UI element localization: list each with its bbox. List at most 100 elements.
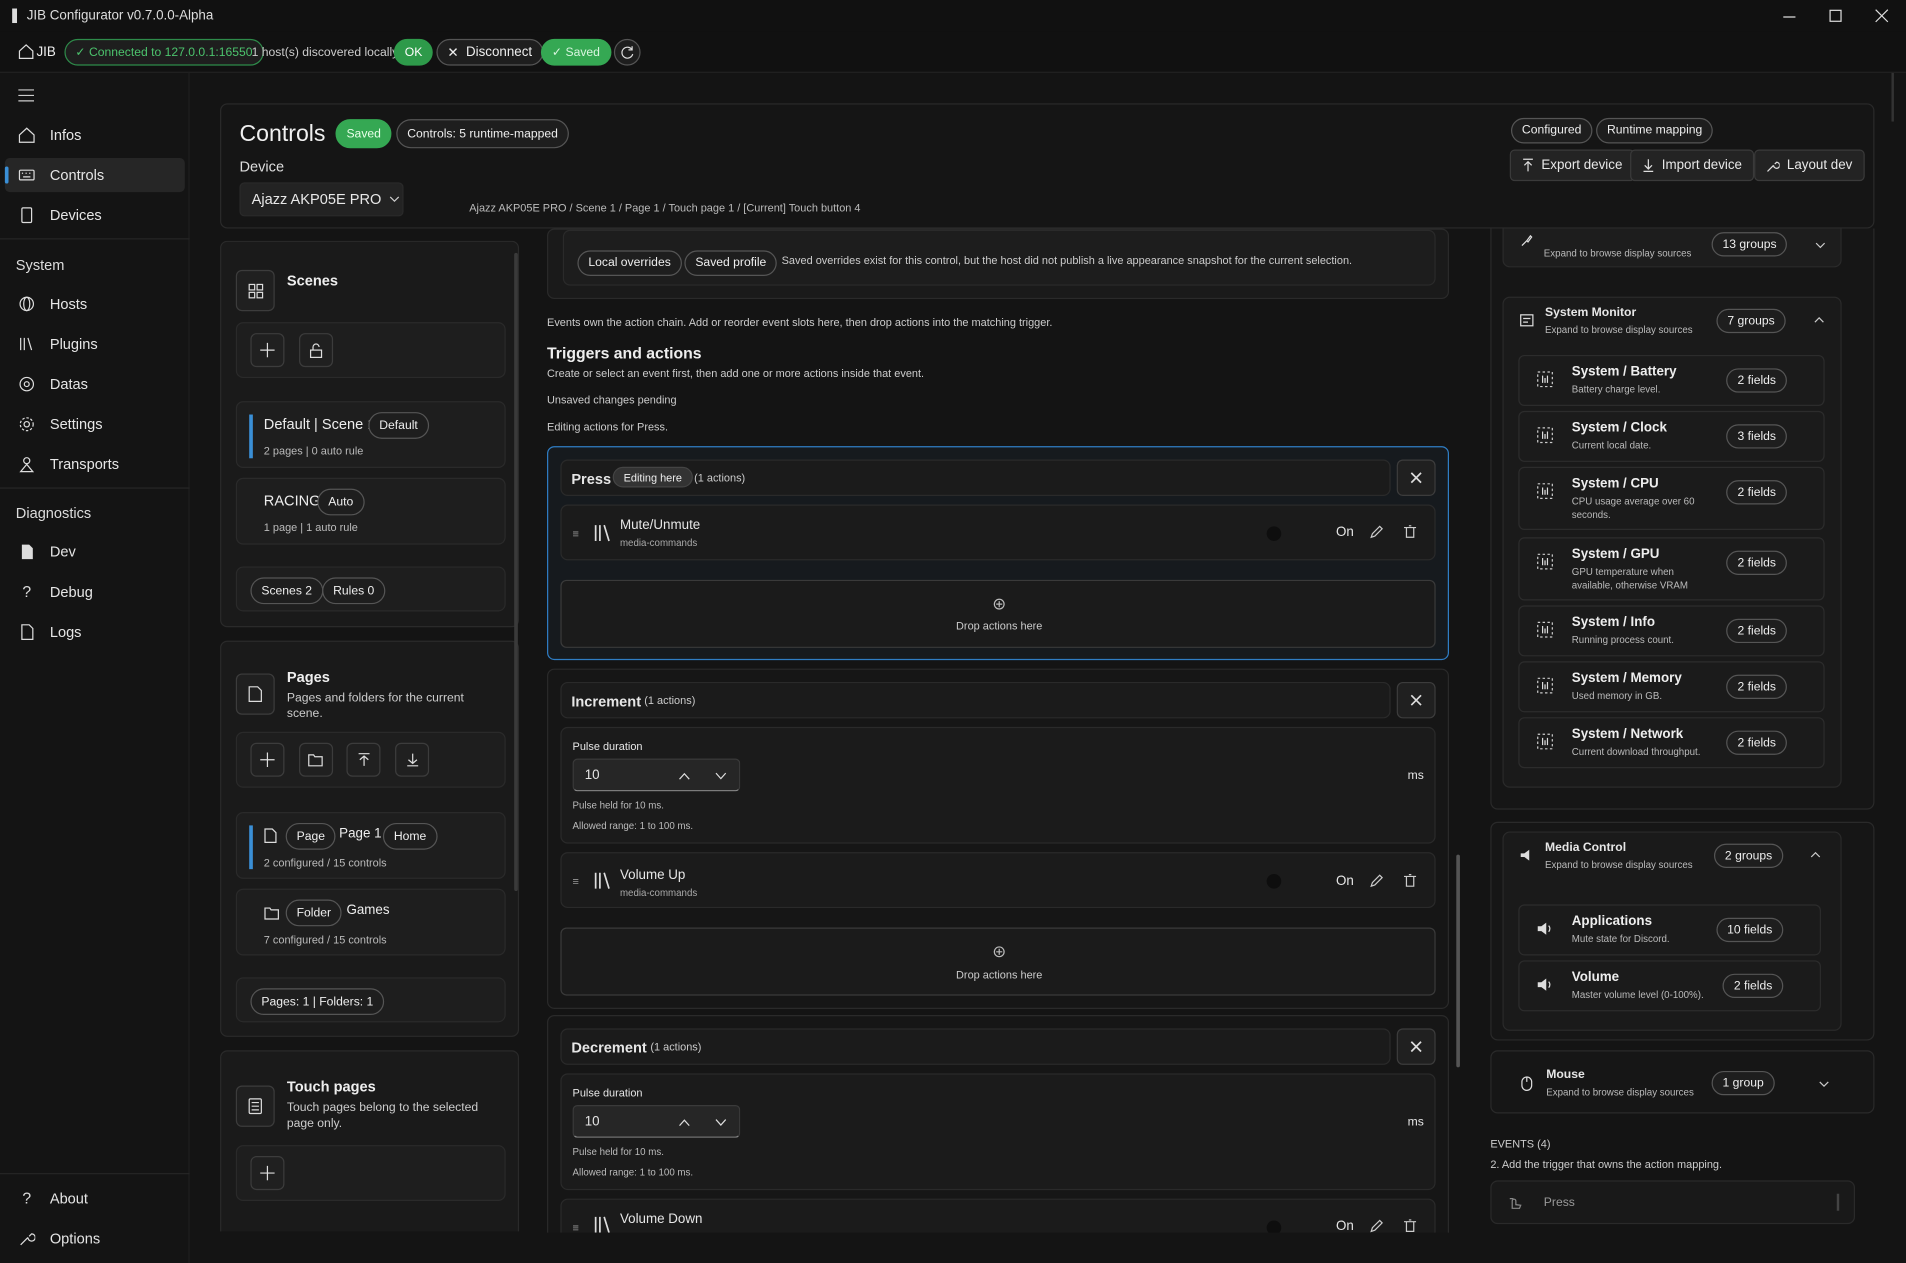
event-decrement[interactable]: Decrement (1 actions) Pulse duration 10 … (547, 1015, 1449, 1233)
move-up-button[interactable] (346, 742, 381, 777)
pulse-duration-stepper[interactable]: 10 (572, 758, 741, 792)
trash-icon[interactable] (1404, 525, 1417, 538)
source-row[interactable]: Applications Mute state for Discord. 10 fi… (1518, 904, 1821, 956)
group-header[interactable]: Media Control Expand to browse display s… (1504, 833, 1843, 882)
menu-icon[interactable] (18, 89, 35, 102)
chevron-up-icon[interactable] (1814, 316, 1825, 323)
action-row[interactable]: ≡ Volume Up media-commands On (560, 852, 1436, 909)
close-icon[interactable] (1874, 9, 1889, 24)
action-plugin: media-commands (619, 537, 698, 549)
source-group[interactable]: Expand to browse display sources 13 grou… (1502, 228, 1842, 268)
configured-chip[interactable]: Configured (1510, 117, 1593, 144)
nav-item-dev[interactable]: Dev (5, 535, 185, 569)
add-folder-button[interactable] (299, 742, 334, 777)
nav-item-plugins[interactable]: Plugins (5, 327, 185, 361)
minimize-icon[interactable] (1782, 10, 1797, 25)
action-row[interactable]: ≡ Volume Down On (560, 1198, 1436, 1233)
home-icon[interactable] (18, 44, 34, 60)
chevron-down-icon[interactable] (715, 1118, 727, 1127)
left-scrollbar[interactable] (514, 252, 518, 892)
nav-item-logs[interactable]: Logs (5, 615, 185, 649)
runtime-mapping-chip[interactable]: Runtime mapping (1596, 117, 1714, 144)
nav-item-transports[interactable]: Transports (5, 447, 185, 481)
nav-item-settings[interactable]: Settings (5, 407, 185, 441)
source-row[interactable]: System / Clock Current local date. 3 field… (1518, 410, 1825, 462)
chevron-up-icon[interactable] (678, 1118, 690, 1127)
nav-item-devices[interactable]: Devices (5, 198, 185, 232)
group-header[interactable]: System Monitor Expand to browse display … (1504, 298, 1843, 347)
event-press[interactable]: Press Editing here (1 actions) ≡ Mute/Un… (547, 446, 1449, 661)
folder-item[interactable]: Folder Games 7 configured / 15 controls (235, 888, 506, 956)
source-group-mouse[interactable]: Mouse Expand to browse display sources 1… (1490, 1050, 1875, 1114)
import-device-button[interactable]: Import device (1630, 149, 1755, 182)
source-row[interactable]: System / Memory Used memory in GB. 2 field… (1518, 661, 1825, 713)
drag-handle[interactable]: ≡ (573, 875, 579, 887)
chevron-down-icon[interactable] (1819, 1081, 1830, 1088)
edit-icon[interactable] (1370, 874, 1383, 888)
drag-handle[interactable] (1836, 1193, 1840, 1211)
nav-item-about[interactable]: ? About (5, 1182, 185, 1216)
drop-zone[interactable]: Drop actions here (560, 579, 1436, 648)
saved-profile-chip[interactable]: Saved profile (684, 250, 778, 276)
page-item[interactable]: Page Page 1 Home 2 configured / 15 contr… (235, 812, 506, 879)
source-row[interactable]: System / GPU GPU temperature when availab… (1518, 537, 1825, 601)
scene-item[interactable]: Default | Scene 1 Default 2 pages | 0 au… (235, 401, 506, 469)
source-row[interactable]: System / Network Current download through… (1518, 717, 1825, 769)
source-desc: Running process count. (1571, 634, 1674, 646)
drag-handle[interactable]: ≡ (573, 1222, 579, 1233)
group-name: System Monitor (1545, 306, 1637, 320)
lock-scene-button[interactable] (299, 333, 334, 368)
refresh-button[interactable] (613, 38, 641, 66)
source-row[interactable]: System / CPU CPU usage average over 60 se… (1518, 466, 1825, 531)
add-circle-icon (993, 946, 1005, 958)
remove-event-button[interactable] (1396, 1028, 1436, 1065)
source-row[interactable]: Volume Master volume level (0-100%). 2 fie… (1518, 960, 1821, 1012)
page-home-badge: Home (382, 822, 438, 850)
disconnect-button[interactable]: ✕ Disconnect (436, 38, 544, 66)
drag-handle[interactable]: ≡ (573, 528, 579, 540)
chevron-down-icon[interactable] (715, 772, 727, 781)
trash-icon[interactable] (1404, 874, 1417, 887)
window-scrollbar[interactable] (1891, 72, 1894, 122)
chevron-up-icon[interactable] (1810, 851, 1821, 858)
source-row[interactable]: System / Battery Battery charge level. 2 f… (1518, 354, 1825, 407)
nav-item-debug[interactable]: ? Debug (5, 575, 185, 609)
local-overrides-chip[interactable]: Local overrides (577, 250, 682, 276)
edit-icon[interactable] (1370, 525, 1383, 539)
saved-button[interactable]: ✓ Saved (540, 38, 611, 66)
events-note: Events own the action chain. Add or reor… (547, 316, 1053, 329)
scenes-count-chip: Scenes 2 (250, 577, 323, 605)
nav-item-hosts[interactable]: Hosts (5, 287, 185, 321)
event-increment[interactable]: Increment (1 actions) Pulse duration 10 … (547, 668, 1449, 1009)
edit-icon[interactable] (1370, 1219, 1383, 1233)
pulse-duration-stepper[interactable]: 10 (572, 1104, 741, 1138)
device-select[interactable]: Ajazz AKP05E PRO (239, 182, 404, 217)
drop-zone[interactable]: Drop actions here (560, 927, 1436, 996)
source-row[interactable]: System / Info Running process count. 2 fie… (1518, 605, 1825, 657)
plus-icon (260, 1165, 275, 1181)
nav-item-infos[interactable]: Infos (5, 118, 185, 152)
move-down-button[interactable] (395, 742, 430, 777)
event-press-source[interactable]: Press (1490, 1180, 1856, 1225)
layout-dev-button[interactable]: Layout dev (1754, 149, 1865, 182)
action-row[interactable]: ≡ Mute/Unmute media-commands On (560, 504, 1436, 561)
maximize-icon[interactable] (1828, 9, 1843, 24)
add-touch-page-button[interactable] (250, 1156, 285, 1191)
remove-event-button[interactable] (1396, 681, 1436, 719)
chevron-down-icon[interactable] (1815, 242, 1826, 249)
center-scrollbar[interactable] (1456, 854, 1460, 1068)
remove-event-button[interactable] (1396, 459, 1436, 496)
add-scene-button[interactable] (250, 333, 285, 368)
export-device-button[interactable]: Export device (1509, 149, 1635, 182)
scene-item[interactable]: RACING Auto 1 page | 1 auto rule (235, 477, 506, 545)
scenes-actions (235, 322, 506, 379)
chevron-up-icon[interactable] (678, 772, 690, 781)
ok-button[interactable]: OK (393, 38, 434, 66)
nav-item-options[interactable]: Options (5, 1222, 185, 1256)
add-page-button[interactable] (250, 742, 285, 777)
monitor-icon (1520, 314, 1535, 327)
app-icon (10, 8, 20, 24)
trash-icon[interactable] (1404, 1219, 1417, 1233)
nav-item-datas[interactable]: Datas (5, 367, 185, 401)
nav-item-controls[interactable]: Controls (4, 158, 185, 193)
